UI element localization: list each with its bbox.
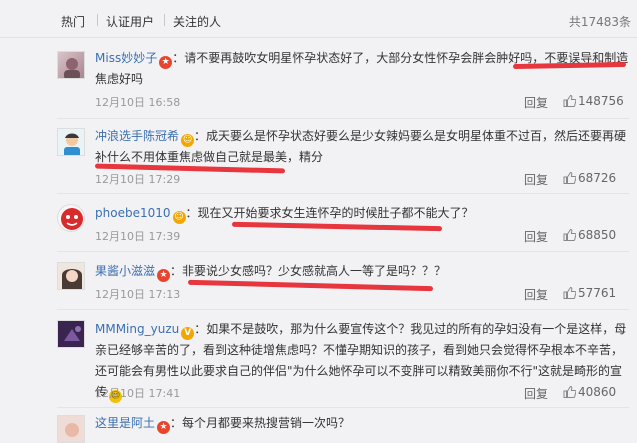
like-count: 68726: [578, 171, 617, 185]
reply-button[interactable]: 回复: [524, 171, 548, 188]
avatar[interactable]: [57, 320, 85, 348]
avatar-image: [64, 326, 81, 341]
star-badge-icon: ★: [159, 56, 173, 69]
tab-following[interactable]: 关注的人: [173, 13, 221, 30]
comment-divider: [57, 407, 629, 408]
smile-badge-icon: ☺: [181, 134, 195, 147]
avatar-image: [64, 58, 80, 78]
like-count: 40860: [578, 385, 617, 399]
comment-username[interactable]: 冲浪选手陈冠希: [95, 129, 179, 143]
comment-time: 12月10日 17:41: [95, 387, 181, 400]
tab-divider: [164, 14, 165, 26]
thumbs-up-icon: [563, 95, 576, 107]
thumbs-up-icon: [563, 229, 576, 241]
total-comment-count: 共17483条: [568, 15, 631, 29]
comment-tabs: 热门 认证用户 关注的人 共17483条: [0, 0, 637, 38]
like-button[interactable]: 68850: [563, 228, 616, 242]
avatar-image: [64, 133, 80, 155]
like-count: 68850: [578, 228, 617, 242]
like-button[interactable]: 57761: [563, 286, 616, 300]
reply-button[interactable]: 回复: [524, 385, 548, 402]
tab-verified-users[interactable]: 认证用户: [106, 13, 154, 30]
comment-text: ：非要说少女感吗？少女感就高人一等了是吗？？？: [170, 264, 447, 278]
avatar[interactable]: [57, 262, 85, 290]
comment-username[interactable]: phoebe1010: [95, 206, 171, 220]
smile-badge-icon: ☺: [172, 211, 186, 224]
thumbs-up-icon: [563, 386, 576, 398]
avatar-image: [62, 269, 82, 289]
avatar[interactable]: [57, 51, 85, 79]
avatar[interactable]: [57, 415, 85, 443]
comment-text: ：请不要再鼓吹女明星怀孕状态好了，大部分女性怀孕会胖会肿好吗，不要误导和制造焦虑…: [95, 51, 629, 86]
thumbs-up-icon: [563, 172, 576, 184]
like-button[interactable]: 40860: [563, 385, 616, 399]
reply-button[interactable]: 回复: [524, 228, 548, 245]
comment-username[interactable]: Miss妙妙子: [95, 51, 157, 65]
comment-time: 12月10日 17:29: [95, 173, 181, 186]
tab-hot[interactable]: 热门: [61, 13, 85, 30]
like-button[interactable]: 148756: [563, 94, 624, 108]
comment-divider: [57, 118, 629, 119]
reply-button[interactable]: 回复: [524, 286, 548, 303]
comment-divider: [57, 251, 629, 252]
like-count: 148756: [578, 94, 624, 108]
like-count: 57761: [578, 286, 617, 300]
thumbs-up-icon: [563, 287, 576, 299]
comment-time: 12月10日 16:58: [95, 96, 181, 109]
like-button[interactable]: 68726: [563, 171, 616, 185]
avatar[interactable]: [57, 204, 85, 232]
comment-divider: [57, 193, 629, 194]
comment-divider: [57, 309, 629, 310]
tab-divider: [97, 14, 98, 26]
comment-text: ：现在又开始要求女生连怀孕的时候肚子都不能大了？: [185, 206, 474, 220]
comment-username[interactable]: MMMing_yuzu: [95, 322, 179, 336]
avatar-image: [61, 208, 83, 230]
reply-button[interactable]: 回复: [524, 94, 548, 111]
verified-v-badge-icon: V: [181, 327, 195, 340]
comment-time: 12月10日 17:39: [95, 230, 181, 243]
avatar-image: [65, 423, 79, 437]
comment-username[interactable]: 果酱小滋滋: [95, 264, 155, 278]
comment-time: 12月10日 17:13: [95, 288, 181, 301]
avatar[interactable]: [57, 128, 85, 156]
star-badge-icon: ★: [157, 269, 171, 282]
